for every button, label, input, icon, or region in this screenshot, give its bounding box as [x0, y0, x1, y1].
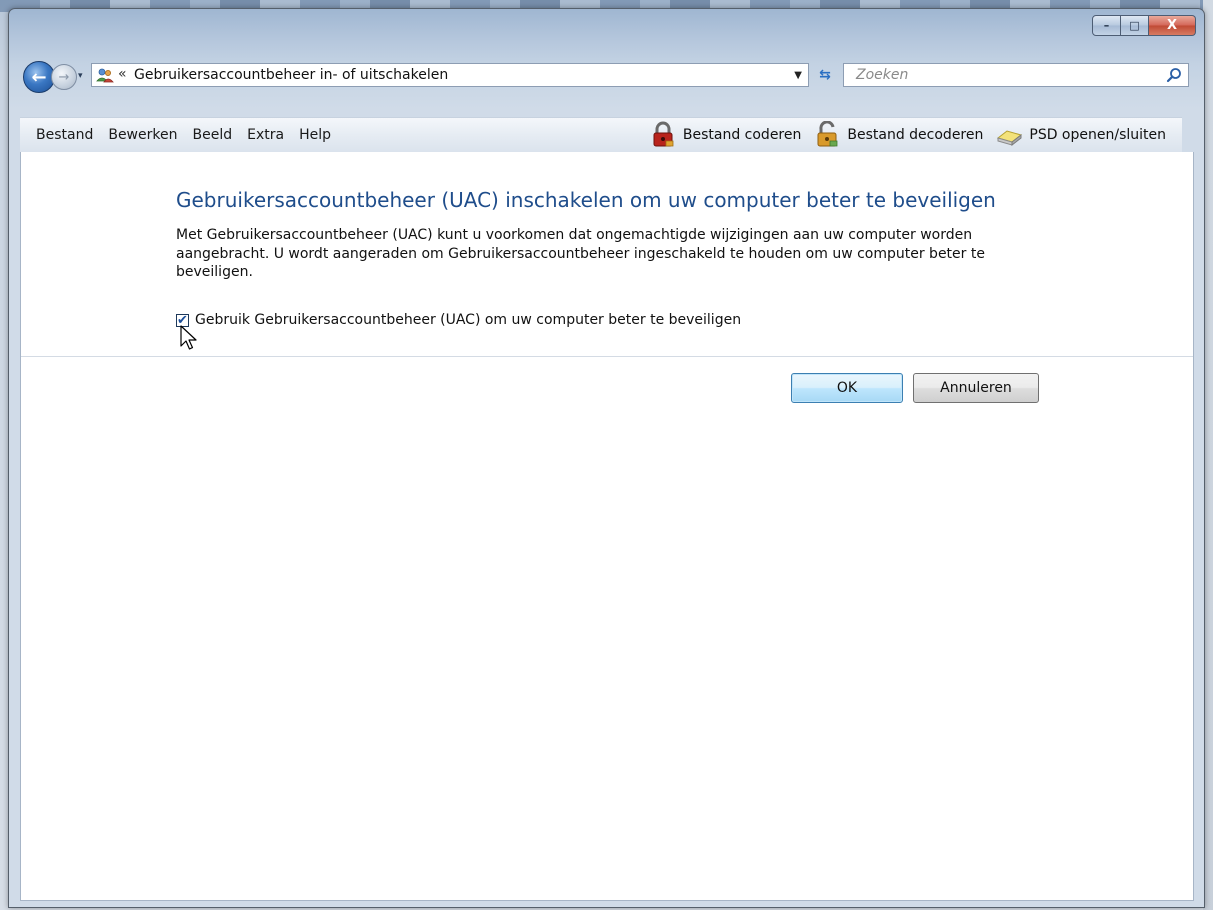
decode-file-button[interactable]: Bestand decoderen [807, 121, 989, 149]
menu-item-bestand[interactable]: Bestand [30, 125, 102, 145]
content-pane: Gebruikersaccountbeheer (UAC) inschakele… [20, 152, 1194, 901]
refresh-icon: ⇆ [819, 67, 831, 83]
recent-pages-dropdown[interactable]: ▾ [78, 71, 83, 81]
address-dropdown-icon[interactable]: ▼ [794, 70, 802, 81]
close-button[interactable]: X [1149, 15, 1196, 36]
ok-button[interactable]: OK [791, 373, 903, 403]
close-icon: X [1166, 18, 1178, 33]
cancel-button[interactable]: Annuleren [913, 373, 1039, 403]
forward-arrow-icon: → [58, 69, 70, 85]
menu-item-beeld[interactable]: Beeld [186, 125, 241, 145]
maximize-icon: □ [1129, 19, 1140, 32]
minimize-button[interactable]: – [1092, 15, 1121, 36]
address-bar[interactable]: « Gebruikersaccountbeheer in- of uitscha… [91, 63, 809, 87]
toolbar: Bestand coderen Bestand decoderen PSD op… [643, 121, 1172, 149]
menu-items: Bestand Bewerken Beeld Extra Help [30, 125, 340, 145]
lock-open-icon [817, 121, 838, 147]
back-arrow-icon: ← [31, 66, 47, 88]
divider [21, 356, 1193, 357]
drive-icon [997, 130, 1023, 147]
search-icon[interactable] [1166, 67, 1182, 83]
psd-toggle-label: PSD openen/sluiten [1029, 127, 1166, 143]
menu-item-extra[interactable]: Extra [241, 125, 293, 145]
psd-toggle-button[interactable]: PSD openen/sluiten [989, 121, 1172, 149]
mouse-cursor-icon [180, 325, 197, 350]
users-icon [96, 68, 114, 83]
page-title: Gebruikersaccountbeheer (UAC) inschakele… [176, 188, 996, 212]
encode-file-label: Bestand coderen [682, 127, 802, 143]
menu-bar: Bestand Bewerken Beeld Extra Help Bestan… [20, 117, 1182, 153]
lock-closed-icon [653, 121, 674, 147]
search-placeholder: Zoeken [856, 67, 909, 83]
menu-item-bewerken[interactable]: Bewerken [102, 125, 186, 145]
forward-button[interactable]: → [51, 64, 77, 90]
uac-checkbox-label[interactable]: Gebruik Gebruikersaccountbeheer (UAC) om… [195, 312, 741, 328]
control-panel-window: – □ X ← → ▾ « Gebruikersaccountbeheer in… [8, 8, 1205, 908]
uac-checkbox-row[interactable]: ✔ Gebruik Gebruikersaccountbeheer (UAC) … [176, 312, 741, 328]
page-description: Met Gebruikersaccountbeheer (UAC) kunt u… [176, 227, 985, 280]
minimize-icon: – [1103, 19, 1110, 32]
decode-file-label: Bestand decoderen [847, 127, 984, 143]
caption-buttons: – □ X [1092, 15, 1196, 36]
menu-item-help[interactable]: Help [293, 125, 340, 145]
maximize-button[interactable]: □ [1121, 15, 1149, 36]
search-input[interactable]: Zoeken [843, 63, 1189, 87]
encode-file-button[interactable]: Bestand coderen [643, 121, 808, 149]
desktop-background: – □ X ← → ▾ « Gebruikersaccountbeheer in… [0, 0, 1213, 910]
breadcrumb-overflow-icon[interactable]: « [118, 66, 127, 82]
address-bar-row: ← → ▾ « Gebruikersaccountbeheer in- of u… [21, 59, 1191, 93]
breadcrumb[interactable]: Gebruikersaccountbeheer in- of uitschake… [134, 67, 448, 83]
refresh-button[interactable]: ⇆ [813, 63, 837, 87]
